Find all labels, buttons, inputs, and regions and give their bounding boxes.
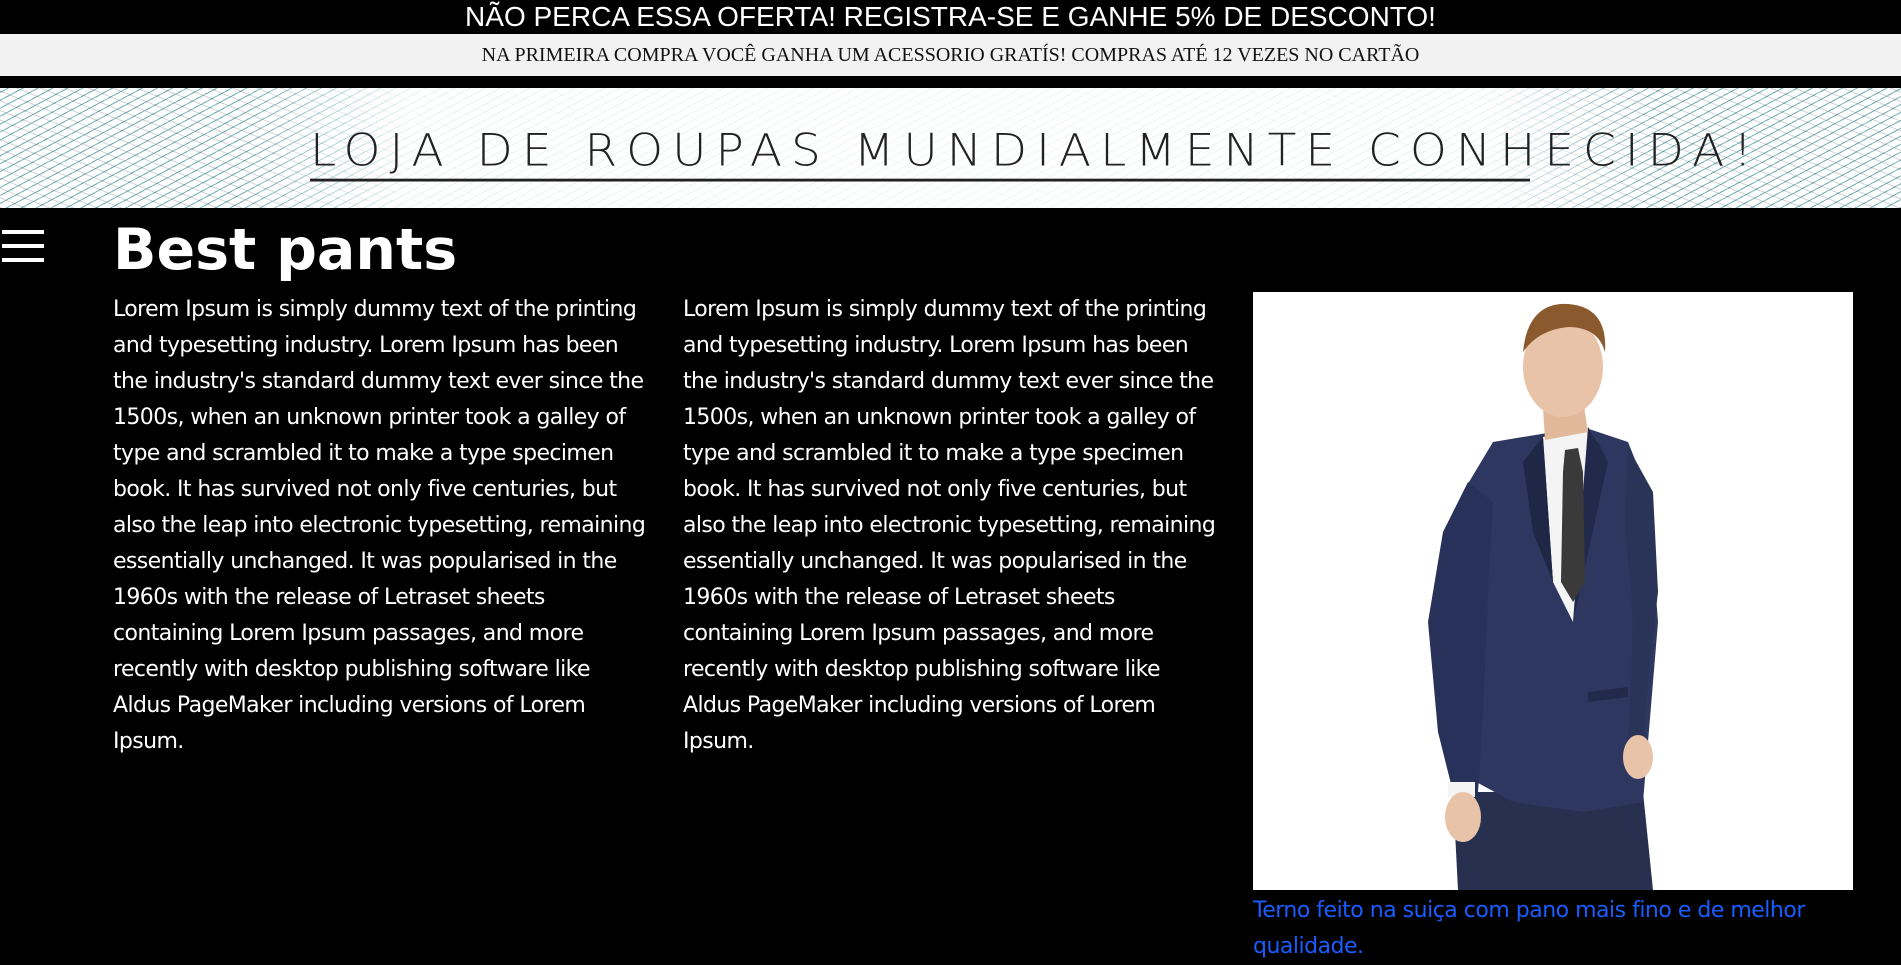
suit-model-illustration — [1428, 303, 1658, 890]
promo-headline: NÃO PERCA ESSA OFERTA! REGISTRA-SE E GAN… — [0, 0, 1901, 34]
caption-link[interactable]: Terno feito na suiça com pano mais fino … — [1253, 893, 1813, 965]
text-column-1: Lorem Ipsum is simply dummy text of the … — [113, 297, 646, 754]
product-photo — [1253, 292, 1853, 890]
hero-banner: LOJA DE ROUPAS MUNDIALMENTE CONHECIDA! — [0, 88, 1901, 208]
promo-subline: NA PRIMEIRA COMPRA VOCÊ GANHA UM ACESSOR… — [0, 34, 1901, 76]
hero-title: LOJA DE ROUPAS MUNDIALMENTE CONHECIDA! — [310, 125, 1752, 182]
menu-icon-bar — [2, 258, 44, 262]
divider — [0, 76, 1901, 88]
hamburger-menu-icon[interactable] — [2, 226, 44, 266]
text-column-2: Lorem Ipsum is simply dummy text of the … — [683, 297, 1216, 754]
menu-icon-bar — [2, 230, 44, 234]
page-title: Best pants — [113, 217, 458, 283]
menu-icon-bar — [2, 244, 44, 248]
